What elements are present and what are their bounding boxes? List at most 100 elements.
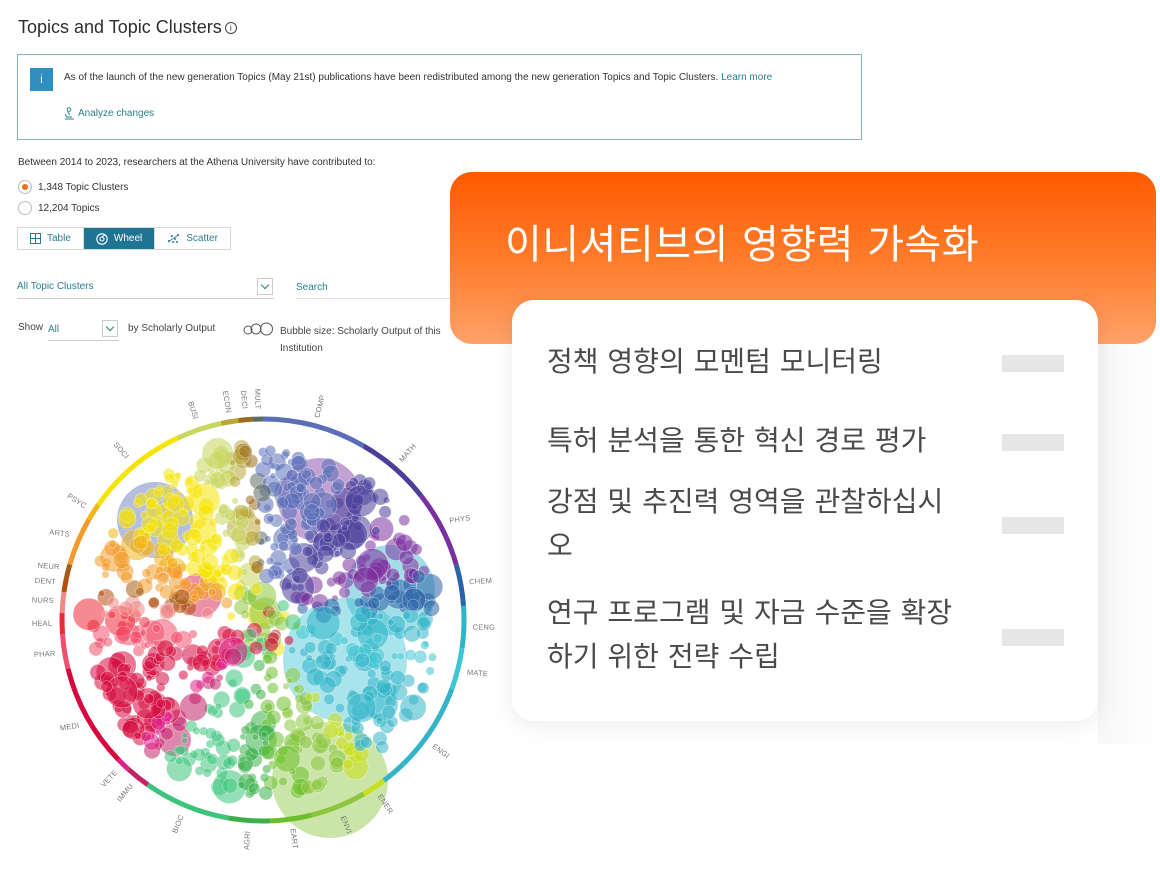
topic-bubble[interactable] [210, 532, 223, 545]
topic-bubble[interactable] [185, 486, 194, 495]
ring-segment-ceng[interactable] [459, 605, 467, 649]
topic-bubble[interactable] [101, 570, 110, 579]
topic-bubble[interactable] [269, 472, 277, 480]
ring-segment-econ[interactable] [220, 418, 239, 426]
topic-bubble[interactable] [175, 757, 184, 766]
topic-bubble[interactable] [204, 727, 217, 740]
topic-bubble[interactable] [422, 599, 440, 617]
topic-bubble[interactable] [118, 600, 135, 617]
topic-bubble[interactable] [100, 680, 113, 693]
topic-bubble[interactable] [334, 702, 345, 713]
topic-bubble[interactable] [395, 533, 414, 552]
ring-segment-nurs[interactable] [59, 591, 67, 614]
topic-bubble[interactable] [133, 535, 148, 550]
topic-bubble[interactable] [186, 663, 195, 672]
topic-bubble[interactable] [101, 561, 111, 572]
topic-bubble[interactable] [248, 782, 261, 795]
topic-bubble[interactable] [250, 583, 263, 596]
topic-bubble[interactable] [330, 756, 344, 771]
topic-bubble[interactable] [189, 679, 204, 693]
topic-bubble[interactable] [88, 641, 104, 657]
topic-bubble[interactable] [383, 584, 401, 602]
topic-bubble[interactable] [315, 653, 332, 670]
topic-bubble[interactable] [322, 723, 339, 740]
topic-bubble[interactable] [115, 625, 132, 642]
topic-bubble[interactable] [299, 735, 313, 749]
topic-bubble[interactable] [286, 677, 294, 685]
topic-bubble[interactable] [427, 652, 437, 662]
ring-segment-arts[interactable] [67, 518, 92, 566]
topic-bubble[interactable] [156, 698, 166, 709]
topic-bubble[interactable] [284, 613, 302, 631]
learn-more-link[interactable]: Learn more [721, 72, 772, 83]
topic-bubble[interactable] [288, 542, 303, 556]
ring-segment-mate[interactable] [449, 647, 465, 690]
topic-bubble[interactable] [322, 532, 334, 544]
radio-button[interactable] [18, 201, 32, 215]
topic-bubble[interactable] [160, 727, 174, 741]
topic-cluster-select[interactable]: All Topic Clusters [17, 278, 274, 299]
topic-bubble[interactable] [215, 702, 223, 711]
topic-bubble[interactable] [148, 596, 160, 609]
topic-bubble[interactable] [202, 767, 212, 778]
topic-bubble[interactable] [120, 570, 133, 584]
topic-bubble[interactable] [309, 476, 323, 490]
topic-bubble[interactable] [190, 593, 200, 603]
topic-bubble[interactable] [201, 607, 214, 620]
topic-bubble[interactable] [342, 758, 354, 770]
topic-bubble[interactable] [243, 698, 255, 710]
topic-bubble[interactable] [352, 566, 379, 593]
topic-bubble[interactable] [170, 631, 184, 645]
topic-bubble[interactable] [263, 702, 274, 712]
topic-bubble[interactable] [295, 482, 307, 494]
topic-bubble[interactable] [107, 610, 117, 620]
topic-bubble[interactable] [316, 518, 331, 534]
topic-bubble[interactable] [222, 777, 238, 794]
chevron-down-icon[interactable] [257, 278, 273, 295]
topic-bubble[interactable] [385, 567, 400, 582]
topic-bubble[interactable] [159, 584, 175, 600]
topic-bubble[interactable] [344, 484, 377, 517]
topic-bubble[interactable] [411, 569, 426, 584]
topic-bubble[interactable] [273, 745, 301, 773]
topic-bubble[interactable] [237, 755, 254, 772]
topic-bubble[interactable] [179, 508, 188, 517]
topic-bubble[interactable] [200, 553, 219, 572]
info-icon[interactable]: i [224, 21, 237, 34]
topic-bubble[interactable] [134, 493, 148, 507]
topic-bubble[interactable] [107, 596, 120, 609]
topic-wheel-chart[interactable]: COMPMATHPHYSCHEMCENGMATEENGIENERENVIEART… [0, 360, 520, 870]
chevron-down-icon[interactable] [102, 320, 118, 337]
topic-bubble[interactable] [226, 738, 241, 753]
topic-bubble[interactable] [401, 673, 416, 688]
topic-bubble[interactable] [245, 494, 256, 505]
topic-bubble[interactable] [203, 478, 211, 486]
topic-bubble[interactable] [305, 692, 314, 701]
topic-bubble[interactable] [137, 528, 146, 536]
topic-bubble[interactable] [135, 587, 145, 597]
topic-bubble[interactable] [265, 666, 279, 680]
topic-bubble[interactable] [416, 615, 432, 632]
topic-bubble[interactable] [300, 592, 314, 606]
topic-bubble[interactable] [354, 605, 372, 624]
ring-segment-immu[interactable] [126, 767, 150, 787]
topic-bubble[interactable] [229, 475, 241, 488]
radio-topic-clusters[interactable]: 1,348 Topic Clusters [18, 180, 128, 194]
topic-bubble[interactable] [376, 612, 384, 620]
topic-bubble[interactable] [226, 754, 238, 767]
topic-bubble[interactable] [310, 755, 326, 772]
topic-bubble[interactable] [161, 522, 179, 540]
topic-bubble[interactable] [291, 567, 309, 585]
topic-bubble[interactable] [303, 529, 315, 541]
topic-bubble[interactable] [107, 527, 119, 539]
topic-bubble[interactable] [341, 524, 349, 532]
topic-bubble[interactable] [238, 445, 252, 458]
topic-bubble[interactable] [244, 530, 261, 547]
topic-bubble[interactable] [262, 764, 272, 774]
topic-bubble[interactable] [141, 568, 152, 578]
topic-bubble[interactable] [164, 750, 177, 763]
topic-bubble[interactable] [226, 611, 236, 621]
radio-button-selected[interactable] [18, 180, 32, 194]
topic-bubble[interactable] [159, 604, 175, 619]
topic-bubble[interactable] [173, 588, 191, 605]
